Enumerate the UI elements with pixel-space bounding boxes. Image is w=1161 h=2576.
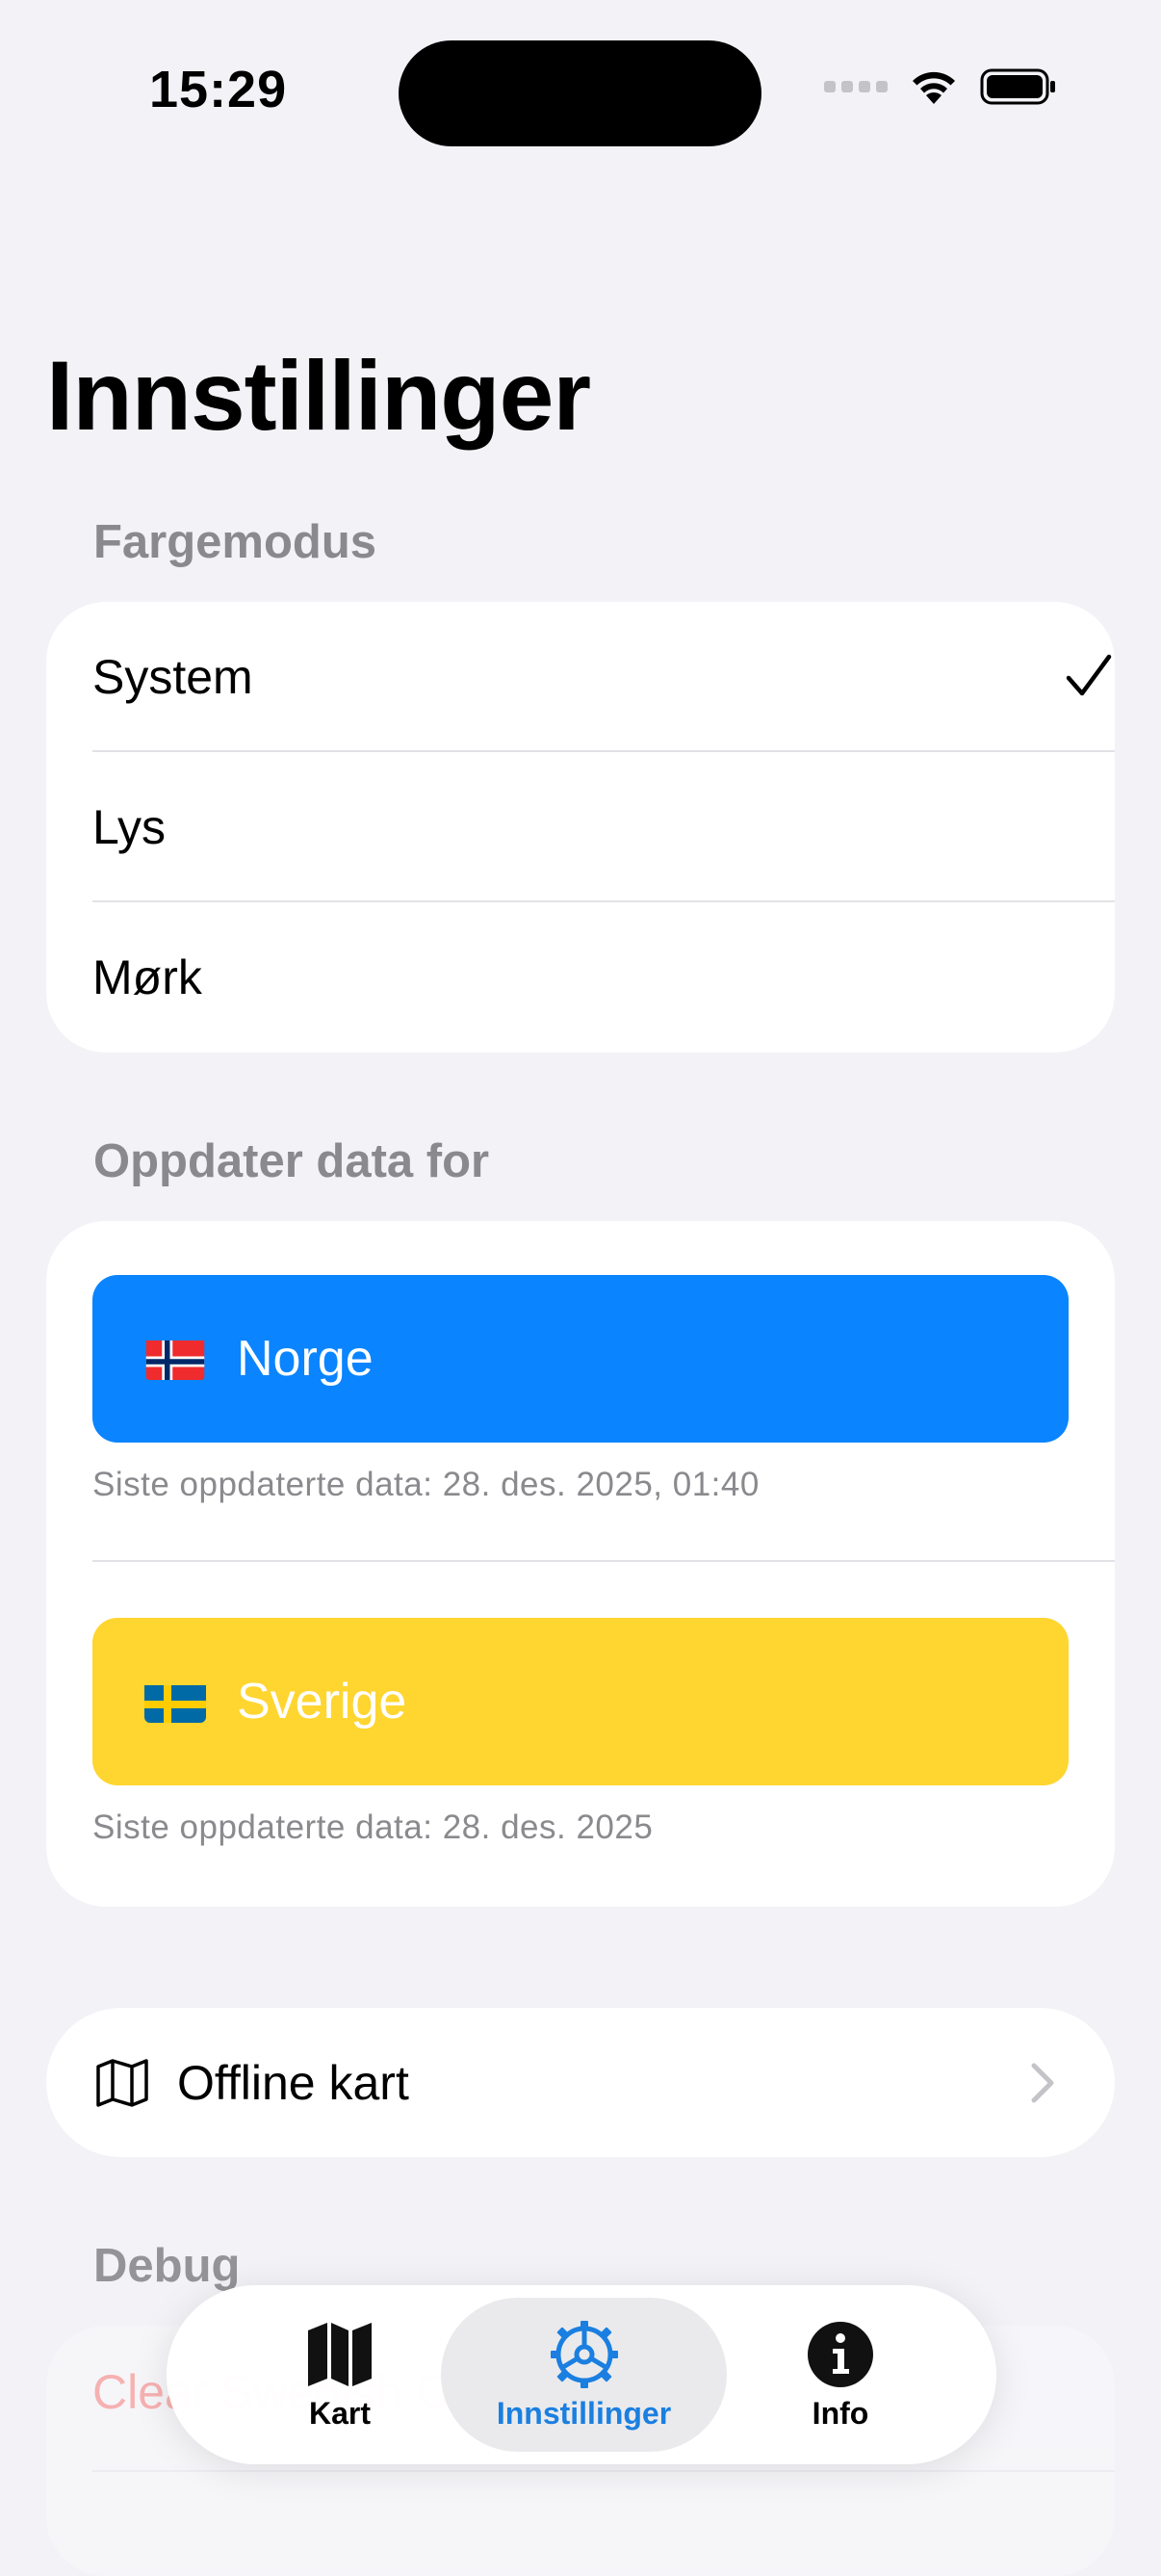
dynamic-island [399, 40, 761, 146]
checkmark-icon [1066, 654, 1112, 695]
color-mode-option-mork[interactable]: Mørk [92, 902, 1115, 1052]
sverige-last-updated: Siste oppdaterte data: 28. des. 2025 [92, 1808, 654, 1846]
divider [92, 1560, 1115, 1562]
tab-label: Innstillinger [496, 2395, 672, 2431]
tab-info[interactable]: Info [744, 2299, 937, 2451]
norway-flag-icon [144, 1338, 206, 1380]
status-bar: 15:29 [0, 0, 1161, 164]
option-label: Lys [92, 799, 166, 854]
info-icon [808, 2321, 873, 2387]
color-mode-header: Fargemodus [93, 516, 377, 568]
tab-label: Kart [308, 2395, 371, 2431]
map-fill-icon [308, 2322, 372, 2386]
option-label: Mørk [92, 950, 202, 1004]
color-mode-option-lys[interactable]: Lys [92, 752, 1115, 901]
chevron-right-icon [1031, 2063, 1054, 2102]
gear-icon [550, 2320, 618, 2388]
update-data-card: Norge Siste oppdaterte data: 28. des. 20… [46, 1221, 1115, 1907]
tab-bar: Kart Innstillinger Info [167, 2285, 996, 2464]
update-sverige-button[interactable]: Sverige [92, 1618, 1069, 1785]
option-label: System [92, 649, 253, 704]
battery-icon [980, 68, 1055, 105]
update-sverige-label: Sverige [237, 1674, 407, 1730]
debug-header: Debug [93, 2240, 241, 2292]
tab-innstillinger[interactable]: Innstillinger [441, 2299, 727, 2451]
page-title: Innstillinger [46, 341, 591, 451]
wifi-icon [913, 71, 955, 104]
divider [92, 2470, 1115, 2472]
color-mode-option-system[interactable]: System [92, 602, 1115, 751]
offline-map-row[interactable]: Offline kart [46, 2008, 1115, 2157]
status-indicators [824, 67, 1057, 106]
tab-kart[interactable]: Kart [244, 2299, 436, 2451]
norge-last-updated: Siste oppdaterte data: 28. des. 2025, 01… [92, 1466, 760, 1503]
status-time: 15:29 [149, 61, 288, 118]
color-mode-card: System Lys Mørk [46, 602, 1115, 1053]
update-norge-label: Norge [237, 1331, 374, 1387]
update-norge-button[interactable]: Norge [92, 1275, 1069, 1443]
tab-label: Info [812, 2395, 869, 2431]
cellular-signal-icon [824, 81, 888, 92]
update-data-header: Oppdater data for [93, 1135, 490, 1187]
sweden-flag-icon [144, 1680, 206, 1723]
offline-map-label: Offline kart [177, 2055, 409, 2110]
map-icon [96, 2058, 148, 2107]
